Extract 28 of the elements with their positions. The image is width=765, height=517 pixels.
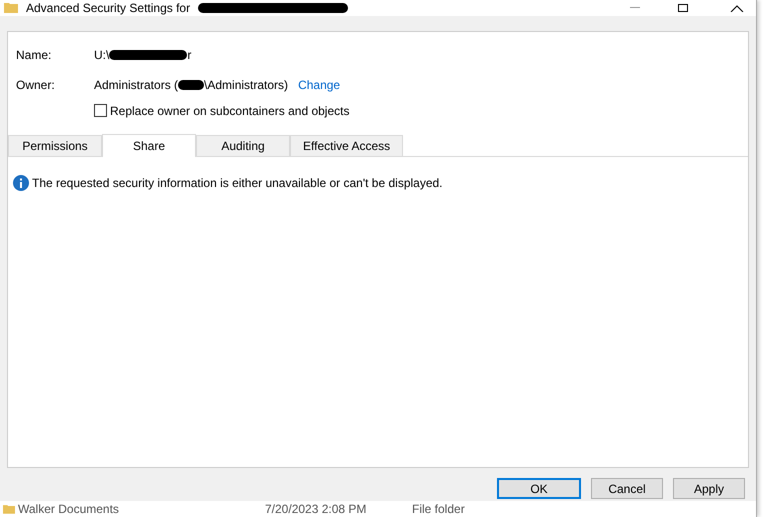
owner-label: Owner: — [16, 76, 56, 94]
tab[interactable]: Auditing — [196, 134, 290, 156]
close-icon[interactable] — [730, 4, 744, 12]
minimize-icon[interactable] — [630, 7, 640, 8]
folder-icon — [3, 504, 15, 514]
tab[interactable]: Share — [102, 134, 196, 157]
file-type: File folder — [412, 501, 465, 517]
dialog-button[interactable]: Apply — [673, 478, 745, 499]
change-link[interactable]: Change — [298, 76, 340, 94]
checkbox[interactable] — [94, 104, 107, 118]
dialog-button[interactable]: OK — [497, 478, 581, 499]
checkbox-label: Replace owner on subcontainers and objects — [110, 102, 350, 120]
name-label: Name: — [16, 46, 52, 64]
tab[interactable]: Effective Access — [290, 134, 404, 156]
name-value: U:\ — [94, 46, 110, 64]
window-title: Advanced Security Settings for — [26, 2, 190, 14]
redaction-mark — [178, 80, 204, 90]
folder-icon — [4, 2, 18, 14]
info-icon — [13, 174, 29, 191]
dialog-button[interactable]: Cancel — [591, 478, 663, 499]
info-message: The requested security information is either unavailable or can't be displayed. — [32, 174, 443, 192]
tab[interactable]: Permissions — [8, 134, 102, 156]
owner-value: \Administrators) — [204, 76, 288, 94]
maximize-icon[interactable] — [678, 4, 688, 12]
owner-value: Administrators ( — [94, 76, 178, 94]
name-value: r — [187, 46, 192, 64]
file-date: 7/20/2023 2:08 PM — [265, 501, 368, 517]
file-name: Walker Documents — [18, 501, 120, 517]
